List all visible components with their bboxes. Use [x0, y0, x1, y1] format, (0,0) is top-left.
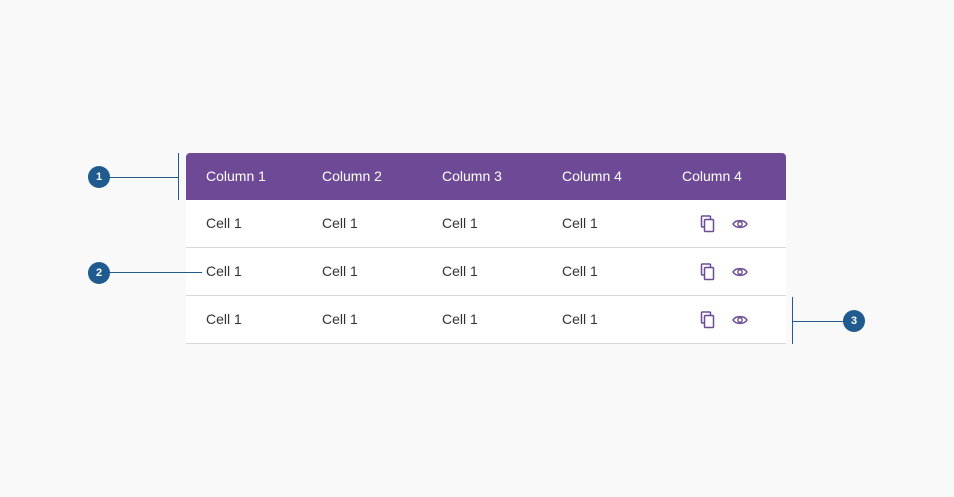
eye-icon[interactable] — [730, 214, 750, 234]
copy-icon[interactable] — [698, 214, 718, 234]
table-cell: Cell 1 — [322, 215, 358, 231]
table-row: Cell 1 Cell 1 Cell 1 Cell 1 — [186, 296, 786, 344]
table-cell: Cell 1 — [562, 263, 598, 279]
column-header-2[interactable]: Column 2 — [322, 153, 382, 200]
column-header-5[interactable]: Column 4 — [682, 153, 742, 200]
callout-1-bracket — [178, 153, 179, 200]
table-header: Column 1 Column 2 Column 3 Column 4 Colu… — [186, 153, 786, 200]
table-cell: Cell 1 — [442, 215, 478, 231]
callout-2-leader — [109, 272, 202, 273]
callout-2-badge: 2 — [88, 262, 110, 284]
table-row: Cell 1 Cell 1 Cell 1 Cell 1 — [186, 248, 786, 296]
table-cell: Cell 1 — [322, 263, 358, 279]
callout-1-leader — [109, 177, 178, 178]
column-header-1[interactable]: Column 1 — [206, 153, 266, 200]
column-header-4[interactable]: Column 4 — [562, 153, 622, 200]
callout-3-leader — [793, 321, 844, 322]
table-cell: Cell 1 — [206, 263, 242, 279]
copy-icon[interactable] — [698, 262, 718, 282]
column-header-3[interactable]: Column 3 — [442, 153, 502, 200]
callout-3-badge: 3 — [843, 310, 865, 332]
table-cell: Cell 1 — [442, 311, 478, 327]
table-cell: Cell 1 — [442, 263, 478, 279]
eye-icon[interactable] — [730, 310, 750, 330]
table-row: Cell 1 Cell 1 Cell 1 Cell 1 — [186, 200, 786, 248]
table-cell: Cell 1 — [562, 215, 598, 231]
table-cell: Cell 1 — [206, 215, 242, 231]
copy-icon[interactable] — [698, 310, 718, 330]
table-cell: Cell 1 — [322, 311, 358, 327]
eye-icon[interactable] — [730, 262, 750, 282]
table-cell: Cell 1 — [562, 311, 598, 327]
data-table: Column 1 Column 2 Column 3 Column 4 Colu… — [186, 153, 786, 344]
table-cell: Cell 1 — [206, 311, 242, 327]
callout-1-badge: 1 — [88, 166, 110, 188]
